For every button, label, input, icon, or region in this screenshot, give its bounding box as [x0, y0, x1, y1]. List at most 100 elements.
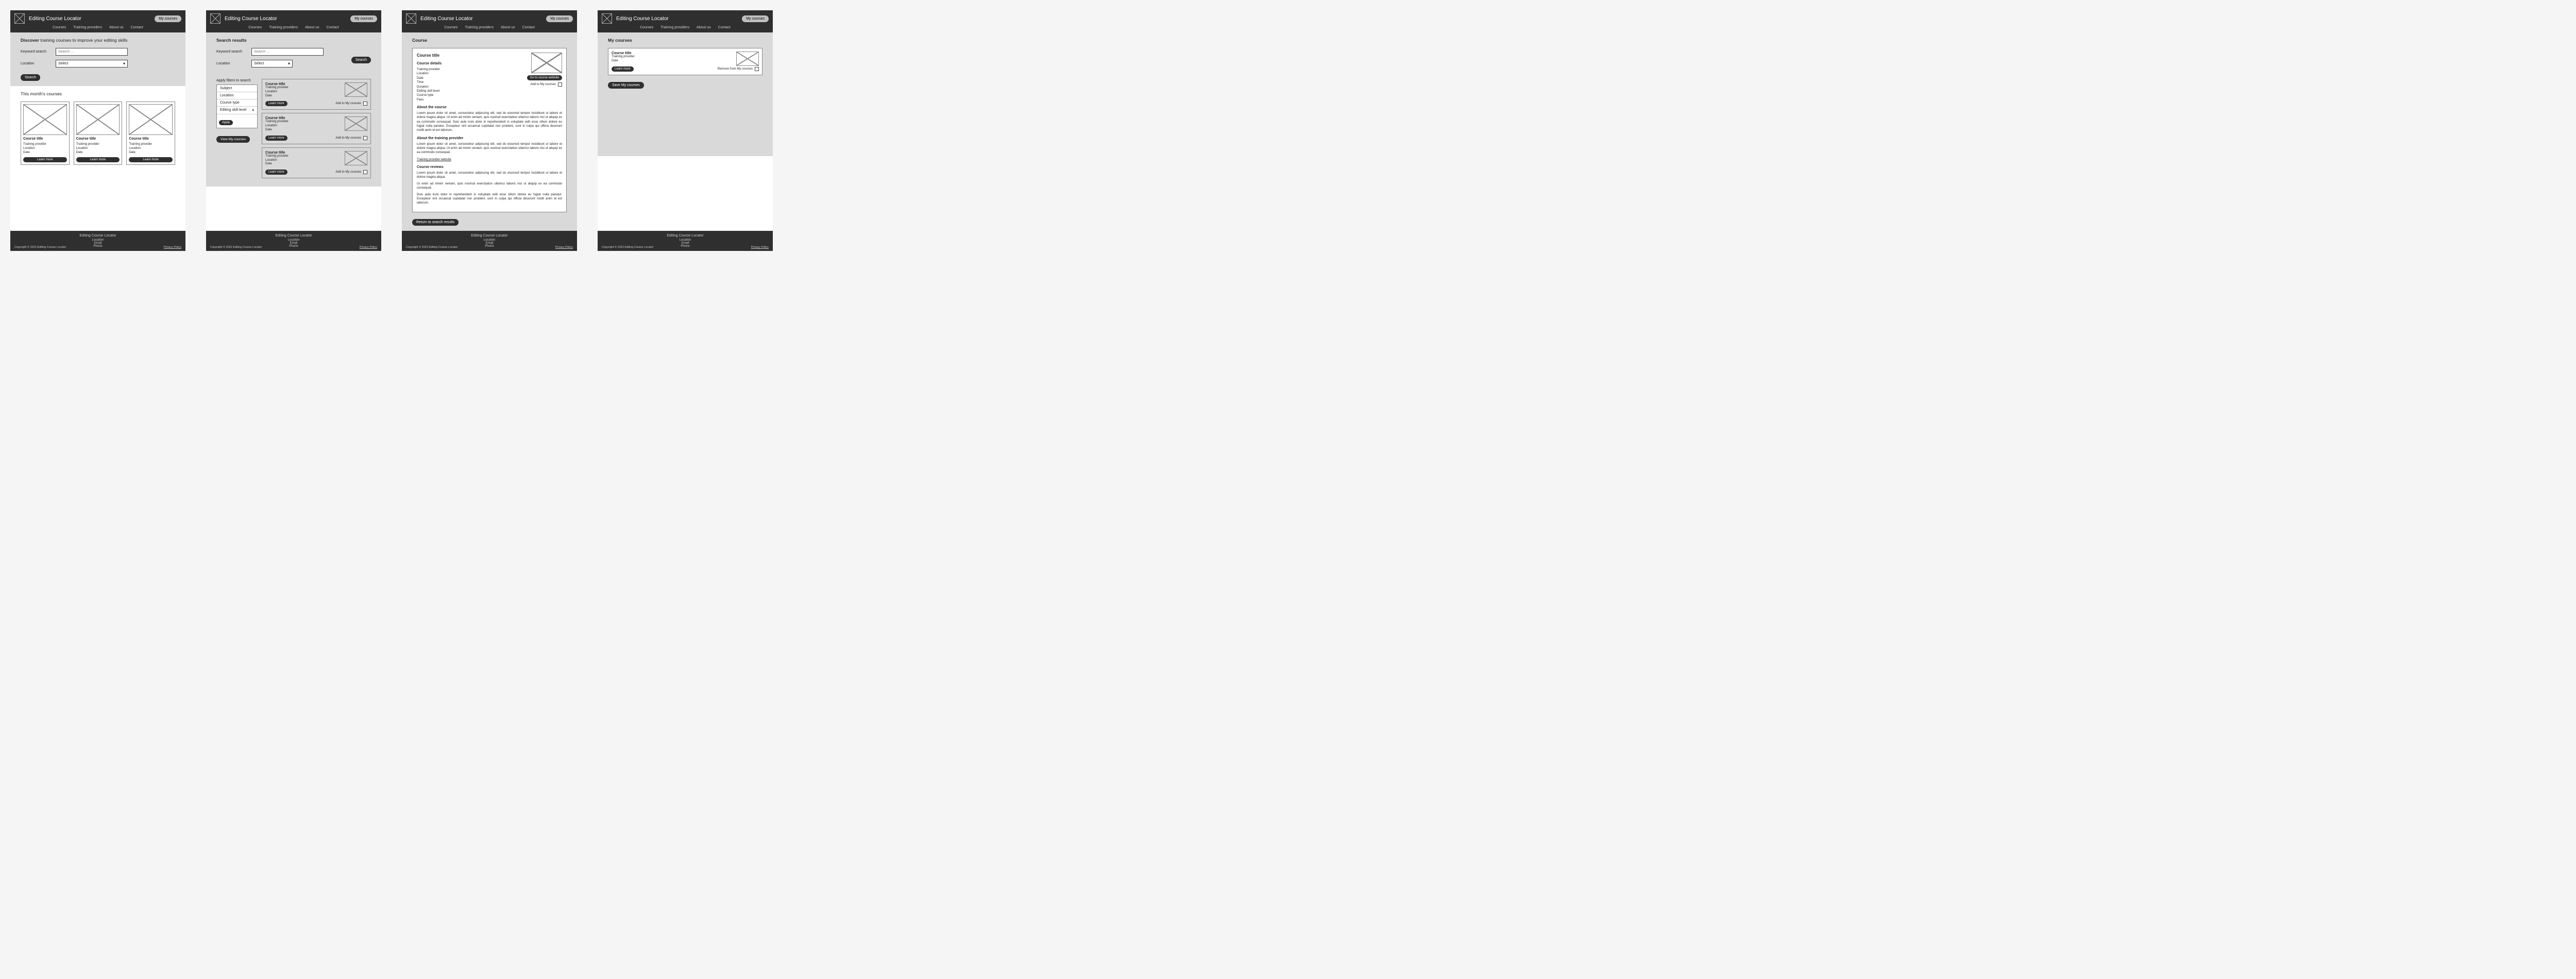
thumbnail-placeholder-icon: [345, 116, 367, 131]
search-button[interactable]: Search: [351, 57, 371, 63]
keyword-input[interactable]: [56, 48, 128, 56]
filter-subject[interactable]: Subject: [217, 85, 257, 92]
course-title: Course title: [23, 137, 67, 141]
nav-contact[interactable]: Contact: [327, 26, 339, 29]
thumbnail-placeholder-icon: [23, 104, 67, 135]
checkbox-icon[interactable]: [755, 67, 759, 71]
nav-training-providers[interactable]: Training providers: [660, 26, 689, 29]
learn-more-button[interactable]: Learn more: [23, 157, 67, 162]
my-courses-button[interactable]: My courses: [350, 15, 377, 22]
learn-more-button[interactable]: Learn more: [265, 101, 287, 106]
save-my-courses-button[interactable]: Save My courses: [608, 82, 644, 89]
filter-box: Subject Location Course type Editing ski…: [216, 85, 258, 128]
nav-about-us[interactable]: About us: [697, 26, 711, 29]
keyword-input[interactable]: [251, 48, 324, 56]
wireframe-course-detail: Editing Course Locator My courses Course…: [402, 10, 577, 251]
search-button[interactable]: Search: [21, 74, 40, 81]
nav-courses[interactable]: Courses: [444, 26, 457, 29]
checkbox-icon[interactable]: [558, 82, 562, 87]
view-my-courses-button[interactable]: View My courses: [216, 136, 250, 143]
footer: Editing Course Locator Location Email Ph…: [206, 231, 381, 251]
result-card: Course title Training provider Location …: [262, 79, 371, 110]
wireframe-my-courses: Editing Course Locator My courses Course…: [598, 10, 773, 251]
checkbox-icon[interactable]: [363, 102, 367, 106]
my-courses-button[interactable]: My courses: [742, 15, 769, 22]
learn-more-button[interactable]: Learn more: [265, 136, 287, 141]
provider-website-link[interactable]: Training provider website: [417, 158, 451, 161]
keyword-label: Keyword search: [216, 50, 247, 54]
course-card: Course title Training provider Location …: [126, 102, 175, 165]
nav-about-us[interactable]: About us: [501, 26, 515, 29]
my-courses-button[interactable]: My courses: [155, 15, 181, 22]
nav-contact[interactable]: Contact: [718, 26, 731, 29]
site-title: Editing Course Locator: [29, 16, 150, 22]
my-courses-button[interactable]: My courses: [546, 15, 573, 22]
main-nav: Courses Training providers About us Cont…: [602, 24, 769, 32]
apply-filters-button[interactable]: Apply: [219, 120, 233, 125]
page-title: My courses: [608, 38, 762, 43]
add-to-my-courses[interactable]: Add to My courses: [335, 170, 367, 174]
nav-courses[interactable]: Courses: [53, 26, 66, 29]
wireframe-home: Editing Course Locator My courses Course…: [10, 10, 185, 251]
copyright: Copyright © 2022 Editing Course Locator: [406, 246, 457, 249]
location-label: Location: [216, 62, 247, 65]
header: Editing Course Locator My courses Course…: [402, 10, 577, 32]
result-card: Course title Training provider Location …: [262, 147, 371, 178]
learn-more-button[interactable]: Learn more: [265, 170, 287, 175]
return-to-results-button[interactable]: Return to search results: [412, 219, 459, 226]
logo-placeholder-icon: [406, 13, 416, 24]
learn-more-button[interactable]: Learn more: [612, 66, 634, 72]
add-to-my-courses[interactable]: Add to My courses: [335, 102, 367, 106]
course-page: Course Go to course website Add to My co…: [402, 32, 577, 231]
logo-placeholder-icon: [210, 13, 221, 24]
about-provider-heading: About the training provider: [417, 136, 562, 141]
copyright: Copyright © 2022 Editing Course Locator: [14, 246, 66, 249]
filter-course-type[interactable]: Course type: [217, 99, 257, 107]
remove-from-my-courses[interactable]: Remove from My courses: [718, 67, 759, 71]
thumbnail-placeholder-icon: [129, 104, 173, 135]
nav-contact[interactable]: Contact: [131, 26, 143, 29]
privacy-link[interactable]: Privacy Policy: [555, 246, 573, 249]
chevron-down-icon: ▾: [252, 108, 254, 112]
filter-location[interactable]: Location: [217, 92, 257, 99]
add-to-my-courses[interactable]: Add to My courses: [335, 136, 367, 140]
hero-headline: Discover training courses to improve you…: [21, 38, 175, 43]
privacy-link[interactable]: Privacy Policy: [360, 246, 377, 249]
location-select[interactable]: Select ▾: [56, 60, 128, 67]
nav-training-providers[interactable]: Training providers: [73, 26, 102, 29]
learn-more-button[interactable]: Learn more: [129, 157, 173, 162]
header: Editing Course Locator My courses Course…: [10, 10, 185, 32]
nav-about-us[interactable]: About us: [305, 26, 319, 29]
nav-training-providers[interactable]: Training providers: [269, 26, 298, 29]
hero-search: Discover training courses to improve you…: [10, 32, 185, 86]
course-meta: Training provider Location Date: [129, 143, 173, 155]
months-courses: This month's courses Course title Traini…: [10, 86, 185, 170]
checkbox-icon[interactable]: [363, 136, 367, 140]
footer-title: Editing Course Locator: [602, 234, 769, 238]
logo-placeholder-icon: [602, 13, 612, 24]
nav-about-us[interactable]: About us: [109, 26, 124, 29]
location-select[interactable]: Select ▾: [251, 60, 293, 67]
course-card: Course title Training provider Location …: [74, 102, 123, 165]
checkbox-icon[interactable]: [363, 170, 367, 174]
footer: Editing Course Locator Location Email Ph…: [598, 231, 773, 251]
privacy-link[interactable]: Privacy Policy: [164, 246, 181, 249]
keyword-label: Keyword search: [21, 50, 52, 54]
learn-more-button[interactable]: Learn more: [76, 157, 120, 162]
nav-courses[interactable]: Courses: [640, 26, 653, 29]
nav-courses[interactable]: Courses: [248, 26, 262, 29]
privacy-link[interactable]: Privacy Policy: [751, 246, 769, 249]
nav-contact[interactable]: Contact: [522, 26, 535, 29]
add-to-my-courses[interactable]: Add to My courses: [530, 82, 562, 87]
site-title: Editing Course Locator: [225, 16, 346, 22]
section-title: This month's courses: [21, 91, 175, 96]
results-header: Search results Keyword search Location S…: [206, 32, 381, 74]
filter-skill-level[interactable]: Editing skill level ▾: [217, 107, 257, 114]
page-title: Course: [412, 38, 567, 43]
wireframe-search-results: Editing Course Locator My courses Course…: [206, 10, 381, 251]
my-course-card: Course title Training provider Date Lear…: [608, 48, 762, 75]
go-to-website-button[interactable]: Go to course website: [527, 75, 562, 80]
nav-training-providers[interactable]: Training providers: [465, 26, 494, 29]
chevron-down-icon: ▾: [288, 61, 290, 66]
course-title: Course title: [129, 137, 173, 141]
